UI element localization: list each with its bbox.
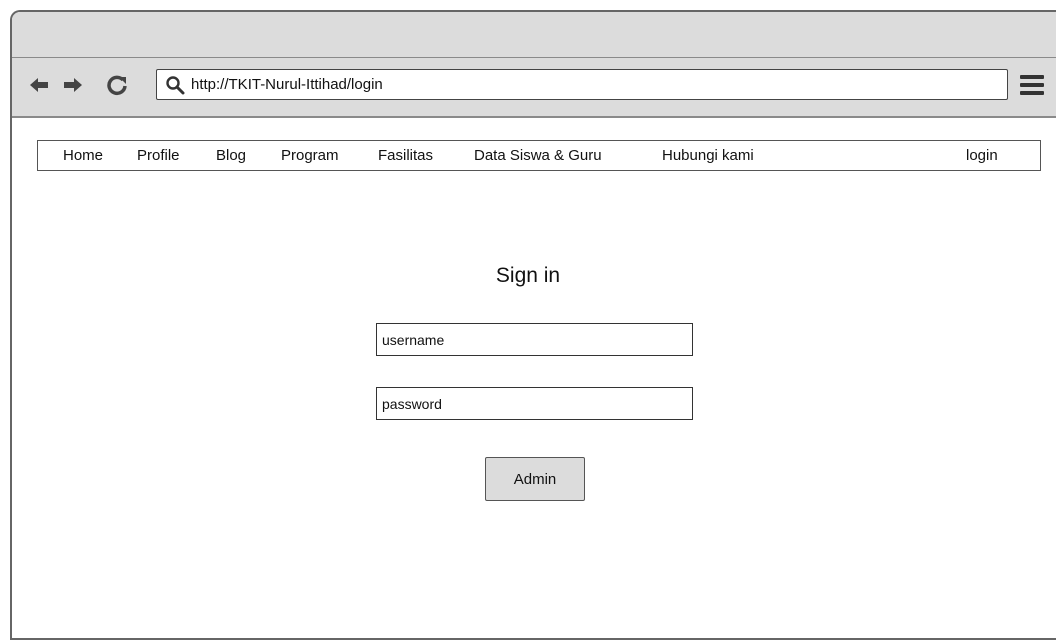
admin-login-button[interactable]: Admin <box>485 457 585 501</box>
site-navbar: Home Profile Blog Program Fasilitas Data… <box>37 140 1041 171</box>
nav-item-login[interactable]: login <box>966 147 998 164</box>
address-bar[interactable]: http://TKIT-Nurul-Ittihad/login <box>156 69 1008 100</box>
nav-item-hubungi-kami[interactable]: Hubungi kami <box>662 147 754 164</box>
search-icon <box>165 75 185 95</box>
browser-toolbar: http://TKIT-Nurul-Ittihad/login <box>12 58 1056 118</box>
nav-item-program[interactable]: Program <box>281 147 339 164</box>
nav-item-blog[interactable]: Blog <box>216 147 246 164</box>
nav-item-home[interactable]: Home <box>63 147 103 164</box>
browser-titlebar <box>12 12 1056 58</box>
password-field[interactable] <box>376 387 693 420</box>
nav-item-profile[interactable]: Profile <box>137 147 180 164</box>
hamburger-menu-icon[interactable] <box>1020 73 1046 97</box>
nav-item-fasilitas[interactable]: Fasilitas <box>378 147 433 164</box>
username-field[interactable] <box>376 323 693 356</box>
reload-icon[interactable] <box>104 72 130 98</box>
browser-window: http://TKIT-Nurul-Ittihad/login Home Pro… <box>10 10 1056 640</box>
forward-arrow-icon[interactable] <box>60 72 86 98</box>
address-url: http://TKIT-Nurul-Ittihad/login <box>191 76 383 93</box>
nav-item-data-siswa-guru[interactable]: Data Siswa & Guru <box>474 147 602 164</box>
back-arrow-icon[interactable] <box>26 72 52 98</box>
signin-title: Sign in <box>495 264 561 287</box>
